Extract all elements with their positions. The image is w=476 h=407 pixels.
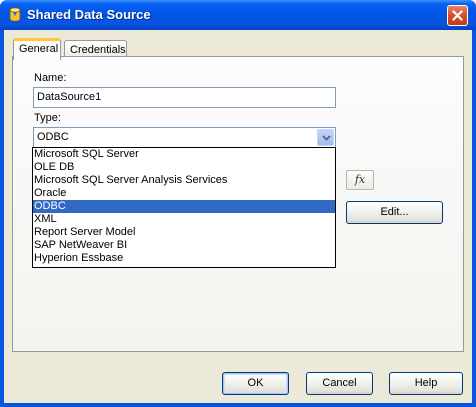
- type-selected-value: ODBC: [37, 131, 69, 143]
- chevron-down-icon: [322, 135, 331, 141]
- close-icon: [452, 10, 463, 21]
- type-option-xml[interactable]: XML: [33, 213, 335, 226]
- type-option-hyperion-essbase[interactable]: Hyperion Essbase: [33, 252, 335, 265]
- tab-credentials-label: Credentials: [70, 44, 126, 56]
- window-title: Shared Data Source: [27, 7, 151, 22]
- tab-general-label: General: [19, 43, 59, 55]
- tab-general[interactable]: General: [13, 38, 61, 60]
- close-button[interactable]: [447, 5, 468, 26]
- type-option-sap-netweaver-bi[interactable]: SAP NetWeaver BI: [33, 239, 335, 252]
- type-option-oracle[interactable]: Oracle: [33, 187, 335, 200]
- type-option-report-server-model[interactable]: Report Server Model: [33, 226, 335, 239]
- ok-button[interactable]: OK: [222, 372, 289, 395]
- cancel-button[interactable]: Cancel: [306, 372, 373, 395]
- expression-button[interactable]: fx: [346, 170, 374, 190]
- type-dropdown[interactable]: ODBC: [33, 127, 336, 148]
- type-dropdown-list[interactable]: Microsoft SQL Server OLE DB Microsoft SQ…: [32, 147, 336, 268]
- dialog-client-area: General Credentials Name: DataSource1 Ty…: [4, 30, 472, 403]
- cancel-button-label: Cancel: [322, 377, 357, 389]
- type-option-odbc[interactable]: ODBC: [33, 200, 335, 213]
- edit-button-label: Edit...: [380, 206, 409, 218]
- title-bar[interactable]: Shared Data Source: [0, 0, 476, 30]
- type-option-microsoft-sql-server[interactable]: Microsoft SQL Server: [33, 148, 335, 161]
- help-button-label: Help: [414, 377, 438, 389]
- type-option-analysis-services[interactable]: Microsoft SQL Server Analysis Services: [33, 174, 335, 187]
- name-input[interactable]: DataSource1: [33, 87, 336, 108]
- name-label: Name:: [34, 72, 67, 84]
- ok-button-label: OK: [247, 377, 264, 389]
- help-button[interactable]: Help: [389, 372, 463, 395]
- data-source-icon: [6, 6, 24, 24]
- type-label: Type:: [34, 112, 61, 124]
- fx-icon: fx: [354, 173, 366, 186]
- type-option-ole-db[interactable]: OLE DB: [33, 161, 335, 174]
- dialog-window: Shared Data Source General Credentials N…: [0, 0, 476, 407]
- dropdown-arrow-button[interactable]: [317, 129, 334, 146]
- edit-button[interactable]: Edit...: [346, 201, 443, 224]
